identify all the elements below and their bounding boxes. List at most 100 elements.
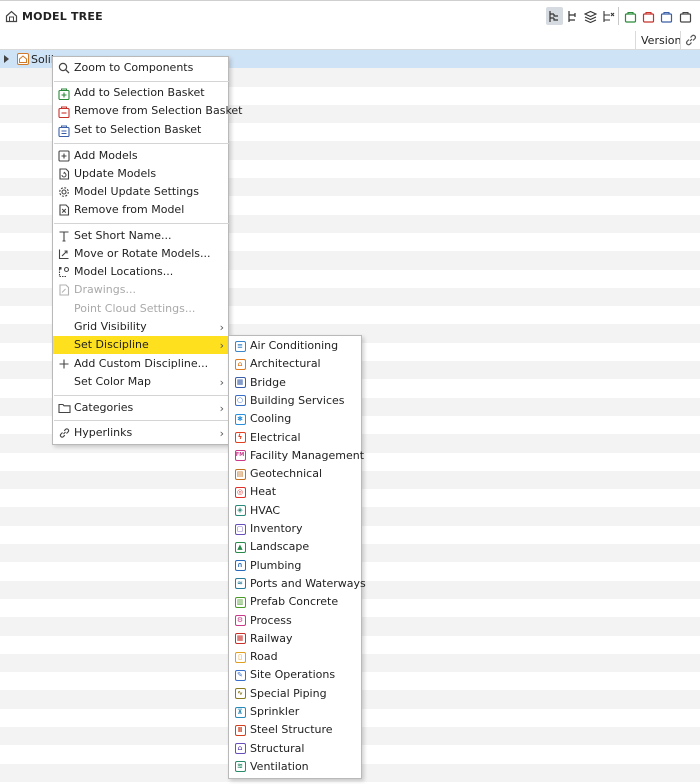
empty-icon-slot	[57, 338, 71, 352]
menu-item-label: Hyperlinks	[74, 426, 133, 439]
discipline-item-label: Prefab Concrete	[250, 595, 339, 609]
inventory-icon: ▢	[233, 522, 247, 536]
discipline-glyph: ▢	[234, 523, 246, 535]
menu-item-label: Grid Visibility	[74, 320, 147, 333]
basket-set-toolbar-icon[interactable]	[658, 7, 675, 25]
discipline-item-sprinkler[interactable]: ⊼ Sprinkler	[229, 703, 361, 721]
discipline-glyph: ▦	[234, 377, 246, 389]
structural-icon: ⌂	[233, 742, 247, 756]
menu-item-model-locations[interactable]: Model Locations...	[53, 263, 228, 281]
discipline-item-label: Site Operations	[250, 668, 336, 682]
model-icon	[17, 53, 29, 68]
basket-add-icon	[57, 86, 71, 100]
plus-icon	[57, 357, 71, 371]
context-menu: Zoom to Components Add to Selection Baske…	[52, 56, 243, 445]
discipline-item-steel-structure[interactable]: Ⅱ Steel Structure	[229, 721, 361, 739]
text-icon	[57, 229, 71, 243]
menu-item-remove-from-selection-basket[interactable]: Remove from Selection Basket	[53, 102, 243, 120]
menu-item-add-custom-discipline[interactable]: Add Custom Discipline...	[53, 355, 228, 373]
site-operations-icon: ✎	[233, 668, 247, 682]
discipline-item-plumbing[interactable]: ∩ Plumbing	[229, 557, 361, 575]
menu-item-set-color-map[interactable]: Set Color Map ›	[53, 373, 228, 391]
discipline-item-ports-and-waterways[interactable]: ≈ Ports and Waterways	[229, 575, 366, 593]
railway-icon: ▦	[233, 632, 247, 646]
menu-item-label: Model Locations...	[74, 265, 174, 278]
link-icon	[57, 426, 71, 440]
discipline-item-electrical[interactable]: ϟ Electrical	[229, 429, 361, 447]
basket-add-toolbar-icon[interactable]	[622, 7, 639, 25]
layers-icon[interactable]	[582, 7, 599, 25]
tree-view-icon[interactable]	[546, 7, 563, 25]
discipline-item-architectural[interactable]: ⌂ Architectural	[229, 355, 361, 373]
folder-icon	[57, 401, 71, 415]
empty-icon-slot	[57, 302, 71, 316]
process-icon: ⚙	[233, 614, 247, 628]
discipline-item-site-operations[interactable]: ✎ Site Operations	[229, 666, 361, 684]
chevron-right-icon: ›	[219, 402, 224, 415]
landscape-icon: ▲	[233, 540, 247, 554]
discipline-item-special-piping[interactable]: ∿ Special Piping	[229, 685, 361, 703]
discipline-item-air-conditioning[interactable]: ≡ Air Conditioning	[229, 337, 361, 355]
expand-tree-icon[interactable]	[564, 7, 581, 25]
panel-title: MODEL TREE	[22, 10, 103, 23]
discipline-item-structural[interactable]: ⌂ Structural	[229, 740, 361, 758]
menu-item-set-discipline[interactable]: Set Discipline ›	[53, 336, 228, 354]
discipline-item-label: HVAC	[250, 503, 281, 517]
menu-item-label: Add to Selection Basket	[74, 86, 205, 99]
architectural-icon: ⌂	[233, 357, 247, 371]
menu-item-set-short-name[interactable]: Set Short Name...	[53, 227, 228, 245]
discipline-item-process[interactable]: ⚙ Process	[229, 612, 361, 630]
discipline-item-ventilation[interactable]: ≋ Ventilation	[229, 758, 361, 776]
basket-remove-toolbar-icon[interactable]	[640, 7, 657, 25]
menu-item-move-or-rotate-models[interactable]: Move or Rotate Models...	[53, 245, 228, 263]
discipline-item-geotechnical[interactable]: ▤ Geotechnical	[229, 465, 361, 483]
expand-arrow-icon[interactable]	[4, 55, 9, 63]
sprinkler-icon: ⊼	[233, 705, 247, 719]
basket-remove-icon	[57, 104, 71, 118]
menu-item-grid-visibility[interactable]: Grid Visibility ›	[53, 318, 228, 336]
discipline-item-facility-management[interactable]: FM Facility Management	[229, 447, 364, 465]
discipline-item-railway[interactable]: ▦ Railway	[229, 630, 361, 648]
menu-item-point-cloud-settings: Point Cloud Settings...	[53, 300, 228, 318]
menu-item-drawings: Drawings...	[53, 281, 228, 299]
discipline-glyph: ▯	[234, 651, 246, 663]
link-column-icon[interactable]	[684, 33, 698, 50]
discipline-glyph: ⊼	[234, 706, 246, 718]
discipline-item-landscape[interactable]: ▲ Landscape	[229, 538, 361, 556]
menu-item-model-update-settings[interactable]: Model Update Settings	[53, 183, 228, 201]
discipline-glyph: ⌂	[234, 743, 246, 755]
discipline-item-road[interactable]: ▯ Road	[229, 648, 361, 666]
discipline-item-inventory[interactable]: ▢ Inventory	[229, 520, 361, 538]
menu-item-add-to-selection-basket[interactable]: Add to Selection Basket	[53, 84, 228, 102]
discipline-item-label: Process	[250, 613, 292, 627]
discipline-item-bridge[interactable]: ▦ Bridge	[229, 374, 361, 392]
basket-set-icon	[57, 123, 71, 137]
menu-item-label: Remove from Selection Basket	[74, 104, 243, 117]
chevron-right-icon: ›	[219, 321, 224, 334]
road-icon: ▯	[233, 650, 247, 664]
filter-tree-icon[interactable]	[600, 7, 617, 25]
chevron-right-icon: ›	[219, 427, 224, 440]
menu-separator	[54, 143, 229, 144]
discipline-item-cooling[interactable]: ✱ Cooling	[229, 410, 361, 428]
panel-header: MODEL TREE	[0, 1, 700, 31]
update-model-icon	[57, 167, 71, 181]
discipline-item-hvac[interactable]: ◈ HVAC	[229, 502, 361, 520]
version-column-header[interactable]: Version	[641, 34, 681, 47]
discipline-item-heat[interactable]: ◎ Heat	[229, 483, 361, 501]
discipline-item-building-services[interactable]: ○ Building Services	[229, 392, 361, 410]
menu-item-hyperlinks[interactable]: Hyperlinks ›	[53, 424, 228, 442]
menu-item-label: Set Short Name...	[74, 229, 172, 242]
menu-item-remove-from-model[interactable]: Remove from Model	[53, 201, 228, 219]
menu-item-add-models[interactable]: Add Models	[53, 147, 228, 165]
menu-item-zoom-to-components[interactable]: Zoom to Components	[53, 59, 228, 77]
menu-item-set-to-selection-basket[interactable]: Set to Selection Basket	[53, 121, 228, 139]
discipline-glyph: ▦	[234, 633, 246, 645]
discipline-glyph: ▲	[234, 541, 246, 553]
discipline-item-prefab-concrete[interactable]: ▥ Prefab Concrete	[229, 593, 361, 611]
menu-item-categories[interactable]: Categories ›	[53, 399, 228, 417]
menu-item-update-models[interactable]: Update Models	[53, 165, 228, 183]
discipline-submenu: ≡ Air Conditioning ⌂ Architectural ▦ Bridge ○ B…	[228, 335, 366, 779]
menu-item-label: Set Discipline	[74, 338, 149, 351]
basket-empty-toolbar-icon[interactable]	[677, 7, 694, 25]
